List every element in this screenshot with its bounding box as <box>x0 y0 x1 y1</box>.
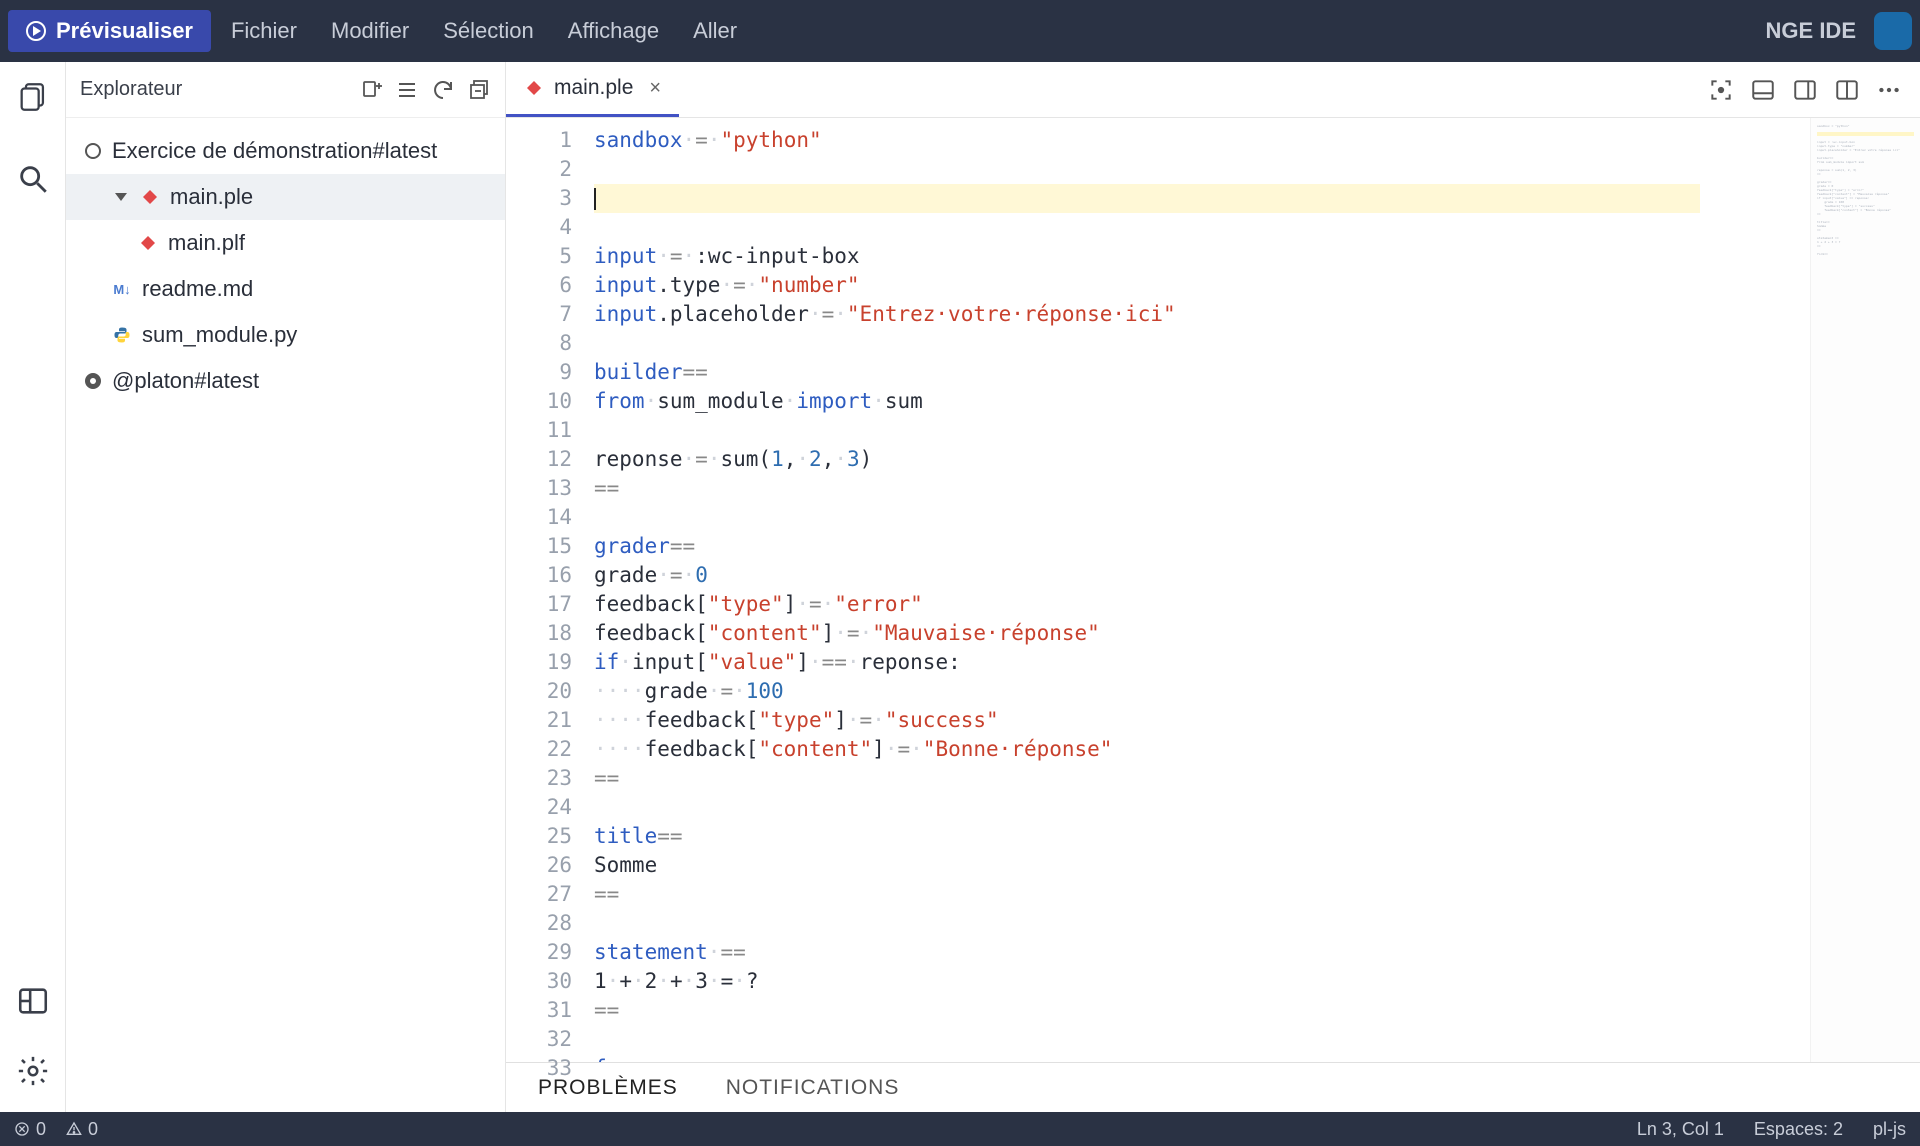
layout-icon[interactable] <box>16 984 50 1018</box>
brand-label: NGE IDE <box>1766 18 1856 44</box>
tree-readme[interactable]: M↓ readme.md <box>66 266 505 312</box>
tree-main-plf[interactable]: main.plf <box>66 220 505 266</box>
tree-label: readme.md <box>142 276 253 302</box>
tree-root[interactable]: Exercice de démonstration#latest <box>66 128 505 174</box>
editor: main.ple × 12345678910111213141516171819… <box>506 62 1920 1112</box>
status-warnings[interactable]: 0 <box>66 1119 98 1140</box>
python-file-icon <box>112 325 132 345</box>
layout-panel-icon[interactable] <box>1750 77 1776 103</box>
status-warnings-count: 0 <box>88 1119 98 1140</box>
search-icon[interactable] <box>16 162 50 196</box>
markdown-file-icon: M↓ <box>112 279 132 299</box>
bottom-panel-tabs: PROBLÈMES NOTIFICATIONS <box>506 1062 1920 1112</box>
status-bar: 0 0 Ln 3, Col 1 Espaces: 2 pl-js <box>0 1112 1920 1146</box>
ple-file-icon <box>140 187 160 207</box>
split-editor-icon[interactable] <box>1834 77 1860 103</box>
preview-button[interactable]: Prévisualiser <box>8 10 211 52</box>
chevron-down-icon <box>112 188 130 206</box>
tree-platon[interactable]: @platon#latest <box>66 358 505 404</box>
menu-fichier[interactable]: Fichier <box>231 18 297 44</box>
tree-sum-module[interactable]: sum_module.py <box>66 312 505 358</box>
line-gutter: 1234567891011121314151617181920212223242… <box>506 118 586 1062</box>
tab-bar: main.ple × <box>506 62 1920 118</box>
collapse-all-icon[interactable] <box>467 78 491 102</box>
tree-label: sum_module.py <box>142 322 297 348</box>
status-errors-count: 0 <box>36 1119 46 1140</box>
panel-tab-notifications[interactable]: NOTIFICATIONS <box>722 1066 904 1110</box>
status-errors[interactable]: 0 <box>14 1119 46 1140</box>
minimap[interactable]: sandbox = "python" input = :wc-input-box… <box>1810 118 1920 1062</box>
tree-label: main.ple <box>170 184 253 210</box>
sidebar-header: Explorateur <box>66 62 505 118</box>
tree-root-label: Exercice de démonstration#latest <box>112 138 437 164</box>
refresh-icon[interactable] <box>431 78 455 102</box>
activity-bar <box>0 62 66 1112</box>
list-icon[interactable] <box>395 78 419 102</box>
menu-aller[interactable]: Aller <box>693 18 737 44</box>
menu-affichage[interactable]: Affichage <box>568 18 659 44</box>
tab-main-ple[interactable]: main.ple × <box>506 62 679 117</box>
tree-label: @platon#latest <box>112 368 259 394</box>
radio-open-icon <box>84 142 102 160</box>
status-language[interactable]: pl-js <box>1873 1119 1906 1140</box>
sidebar-title: Explorateur <box>80 78 182 101</box>
sidebar: Explorateur Exercice de démonstration#la… <box>66 62 506 1112</box>
menu-modifier[interactable]: Modifier <box>331 18 409 44</box>
avatar[interactable] <box>1874 12 1912 50</box>
status-cursor-position[interactable]: Ln 3, Col 1 <box>1637 1119 1724 1140</box>
tree-label: main.plf <box>168 230 245 256</box>
tab-label: main.ple <box>554 76 633 100</box>
menubar: Prévisualiser Fichier Modifier Sélection… <box>0 0 1920 62</box>
settings-gear-icon[interactable] <box>16 1054 50 1088</box>
explorer-icon[interactable] <box>16 80 50 114</box>
more-icon[interactable] <box>1876 77 1902 103</box>
play-circle-icon <box>26 21 46 41</box>
status-indent[interactable]: Espaces: 2 <box>1754 1119 1843 1140</box>
focus-icon[interactable] <box>1708 77 1734 103</box>
layout-sidebar-right-icon[interactable] <box>1792 77 1818 103</box>
new-file-icon[interactable] <box>359 78 383 102</box>
tree-main-ple[interactable]: main.ple <box>66 174 505 220</box>
code-area[interactable]: sandbox·=·"python"input·=·:wc-input-boxi… <box>586 118 1700 1062</box>
close-icon[interactable]: × <box>649 77 661 100</box>
ple-file-icon <box>524 78 544 98</box>
radio-dot-icon <box>84 372 102 390</box>
file-tree: Exercice de démonstration#latest main.pl… <box>66 118 505 414</box>
menu-selection[interactable]: Sélection <box>443 18 534 44</box>
preview-label: Prévisualiser <box>56 18 193 44</box>
plf-file-icon <box>138 233 158 253</box>
